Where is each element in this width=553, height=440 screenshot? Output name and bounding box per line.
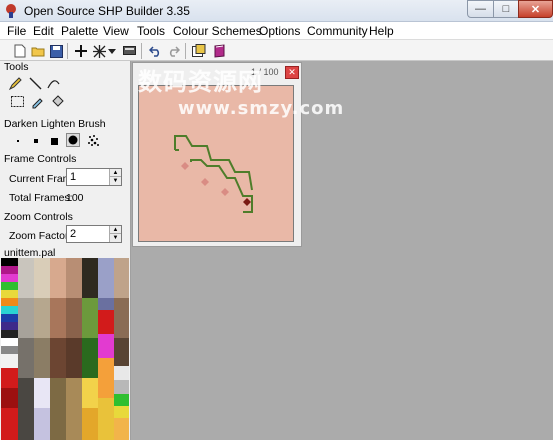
preview-button[interactable] [121, 43, 137, 59]
pencil-icon [8, 77, 22, 91]
redo-icon [169, 45, 180, 57]
pattern-dropdown[interactable] [107, 43, 117, 59]
spin-up-icon[interactable]: ▲ [110, 226, 121, 234]
new-file-icon [14, 44, 26, 58]
zoom-factor-spinner[interactable]: 2 ▲ ▼ [66, 225, 122, 243]
selection-rectangle-icon [11, 96, 24, 107]
brush-label: Darken Lighten Brush [4, 118, 106, 130]
total-frames-label: Total Frames: [9, 192, 73, 204]
frame-close-button[interactable]: ✕ [285, 66, 299, 79]
app-icon [6, 4, 16, 18]
palette-grid[interactable] [1, 258, 129, 440]
help-book-button[interactable] [212, 43, 228, 59]
title-bar: Open Source SHP Builder 3.35 — □ ✕ [0, 0, 553, 22]
toolbar-separator [141, 43, 142, 59]
close-icon: ✕ [288, 67, 296, 77]
pencil-tool[interactable] [8, 76, 23, 91]
plus-icon [75, 45, 87, 57]
close-button[interactable]: ✕ [518, 0, 553, 18]
select-tool[interactable] [10, 94, 25, 109]
window-title: Open Source SHP Builder 3.35 [24, 4, 190, 18]
spin-down-icon[interactable]: ▼ [110, 177, 121, 185]
zoom-controls-label: Zoom Controls [4, 211, 73, 223]
chevron-down-icon [108, 48, 116, 54]
total-frames-value: 100 [66, 192, 84, 204]
fill-tool[interactable] [50, 94, 65, 109]
maximize-button[interactable]: □ [493, 0, 519, 18]
save-icon [49, 44, 63, 58]
tools-panel: Tools Darken Lighten Brush Frame Control… [0, 61, 131, 440]
pattern-icon [92, 44, 106, 58]
line-tool[interactable] [28, 76, 43, 91]
paint-bucket-icon [52, 95, 64, 107]
menu-community[interactable]: Community [307, 24, 368, 38]
toolbar-separator [67, 43, 68, 59]
square-brush-icon [50, 137, 58, 145]
dot-medium-icon [34, 139, 38, 143]
line-icon [29, 77, 42, 90]
brush-spray[interactable] [86, 133, 100, 147]
menu-palette[interactable]: Palette [61, 24, 98, 38]
brush-size-3[interactable] [47, 134, 61, 148]
zoom-factor-label: Zoom Factor [9, 230, 69, 242]
spin-down-icon[interactable]: ▼ [110, 234, 121, 242]
menu-help[interactable]: Help [369, 24, 394, 38]
menu-options[interactable]: Options [259, 24, 300, 38]
properties-button[interactable] [191, 43, 207, 59]
zoom-factor-value: 2 [70, 228, 77, 240]
round-brush-icon [68, 135, 78, 145]
menu-view[interactable]: View [103, 24, 129, 38]
current-frame-spinner[interactable]: 1 ▲ ▼ [66, 168, 122, 186]
new-file-button[interactable] [12, 43, 28, 59]
curve-icon [47, 80, 60, 89]
open-folder-icon [31, 47, 45, 57]
spin-up-icon[interactable]: ▲ [110, 169, 121, 177]
properties-icon [192, 44, 206, 57]
minimize-button[interactable]: — [467, 0, 494, 18]
undo-icon [148, 45, 159, 57]
menu-file[interactable]: File [7, 24, 26, 38]
monitor-icon [122, 45, 136, 55]
toolbar-separator [185, 43, 186, 59]
minimize-icon: — [475, 3, 486, 15]
add-frame-button[interactable] [73, 43, 89, 59]
curve-tool[interactable] [46, 76, 61, 91]
eyedropper-icon [32, 98, 43, 109]
current-frame-value: 1 [70, 171, 77, 183]
dot-small-icon [17, 140, 19, 142]
brush-size-1[interactable] [11, 134, 25, 148]
watermark-text: 数码资源网 [138, 68, 263, 96]
maximize-icon: □ [502, 3, 510, 15]
redo-button[interactable] [165, 43, 181, 59]
book-icon [214, 44, 225, 58]
tools-label: Tools [4, 61, 29, 73]
grid-pattern-button[interactable] [91, 43, 107, 59]
menu-colour-schemes[interactable]: Colour Schemes [173, 24, 262, 38]
brush-size-4[interactable] [66, 133, 80, 147]
menu-tools[interactable]: Tools [137, 24, 165, 38]
watermark-url: www.smzy.com [178, 98, 345, 119]
spray-brush-icon [87, 134, 99, 146]
toolbar [0, 39, 553, 61]
menu-bar: File Edit Palette View Tools Colour Sche… [0, 22, 553, 39]
save-button[interactable] [48, 43, 64, 59]
undo-button[interactable] [147, 43, 163, 59]
frame-controls-label: Frame Controls [4, 153, 77, 165]
dropper-tool[interactable] [30, 94, 45, 109]
menu-edit[interactable]: Edit [33, 24, 54, 38]
close-icon: ✕ [530, 3, 541, 16]
colour-palette[interactable] [1, 258, 129, 440]
open-file-button[interactable] [30, 43, 46, 59]
brush-size-2[interactable] [29, 134, 43, 148]
